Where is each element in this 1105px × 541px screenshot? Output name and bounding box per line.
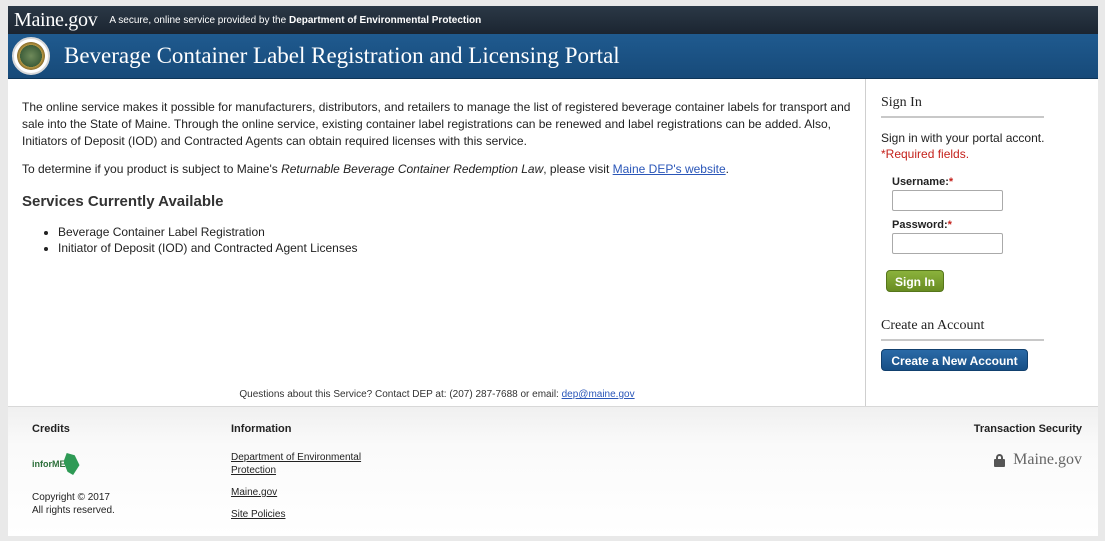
maine-gov-logo[interactable]: Maine.gov: [14, 9, 98, 32]
footer-credits: Credits inforME Copyright © 2017 All rig…: [32, 423, 115, 517]
password-input[interactable]: [892, 233, 1003, 254]
footer-link-site-policies[interactable]: Site Policies: [231, 508, 371, 521]
security-badge[interactable]: Maine.gov: [974, 451, 1082, 469]
page-frame: Maine.gov A secure, online service provi…: [8, 6, 1098, 536]
create-account-heading: Create an Account: [881, 318, 1044, 341]
signin-heading: Sign In: [881, 95, 1044, 118]
services-list: Beverage Container Label Registration In…: [22, 224, 851, 256]
intro-paragraph: The online service makes it possible for…: [22, 100, 851, 148]
security-heading: Transaction Security: [973, 423, 1082, 435]
maine-map-icon: [63, 453, 80, 475]
informe-logo[interactable]: inforME: [32, 451, 115, 477]
list-item: Beverage Container Label Registration: [58, 224, 851, 240]
footer: Credits inforME Copyright © 2017 All rig…: [8, 406, 1098, 536]
main-content: The online service makes it possible for…: [8, 79, 866, 406]
username-label: Username:*: [892, 176, 954, 188]
dep-email-link[interactable]: dep@maine.gov: [562, 389, 635, 400]
footer-link-maine-gov[interactable]: Maine.gov: [231, 486, 371, 499]
signin-text: Sign in with your portal accont.: [881, 131, 1045, 145]
information-heading: Information: [231, 423, 292, 435]
determine-paragraph: To determine if you product is subject t…: [22, 162, 729, 176]
contact-line: Questions about this Service? Contact DE…: [239, 389, 635, 400]
header-tagline: A secure, online service provided by the…: [109, 14, 482, 26]
services-heading: Services Currently Available: [22, 193, 224, 210]
required-note: *Required fields.: [881, 147, 970, 161]
security-logo-text: Maine.gov: [1013, 451, 1082, 468]
create-account-button[interactable]: Create a New Account: [881, 349, 1028, 371]
signin-button[interactable]: Sign In: [886, 270, 944, 292]
username-input[interactable]: [892, 190, 1003, 211]
rights: All rights reserved.: [32, 505, 115, 516]
lock-icon: [994, 453, 1006, 467]
dep-website-link[interactable]: Maine DEP's website: [613, 162, 726, 176]
footer-security: Transaction Security Maine.gov: [974, 423, 1082, 469]
password-label: Password:*: [892, 219, 952, 231]
informe-logo-text: inforME: [32, 459, 66, 469]
sidebar: Sign In Sign in with your portal accont.…: [867, 79, 1098, 406]
top-bar: Maine.gov A secure, online service provi…: [8, 6, 1098, 34]
footer-information: Information Department of Environmental …: [231, 423, 371, 530]
copyright: Copyright © 2017: [32, 492, 110, 503]
portal-banner: Beverage Container Label Registration an…: [8, 34, 1098, 79]
list-item: Initiator of Deposit (IOD) and Contracte…: [58, 240, 851, 256]
footer-link-dep[interactable]: Department of Environmental Protection: [231, 451, 371, 477]
credits-heading: Credits: [32, 423, 70, 435]
page-title: Beverage Container Label Registration an…: [64, 43, 620, 68]
state-seal-icon: [12, 37, 50, 75]
